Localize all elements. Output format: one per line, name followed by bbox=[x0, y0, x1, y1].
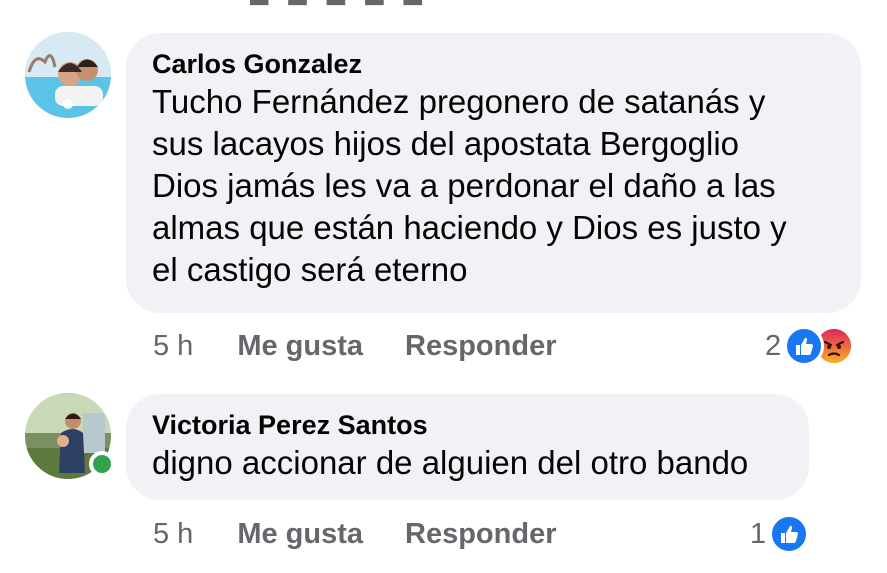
like-icon bbox=[784, 326, 825, 366]
reaction-count: 2 bbox=[765, 329, 782, 362]
comment-bubble: Carlos Gonzalez Tucho Fernández pregoner… bbox=[126, 33, 861, 313]
reaction-count: 1 bbox=[750, 517, 767, 550]
comment-text-line: Dios jamás les va a perdonar el daño a l… bbox=[152, 167, 776, 204]
like-button[interactable]: Me gusta bbox=[237, 518, 363, 551]
comment-actions: 5 h Me gusta Responder bbox=[153, 330, 599, 363]
comment-timestamp[interactable]: 5 h bbox=[153, 518, 193, 551]
comment-actions: 5 h Me gusta Responder bbox=[153, 518, 599, 551]
comment-author[interactable]: Victoria Perez Santos bbox=[152, 408, 783, 442]
comment-author[interactable]: Carlos Gonzalez bbox=[152, 47, 835, 81]
comment-text: digno accionar de alguien del otro bando bbox=[152, 442, 783, 484]
comment-text-line: sus lacayos hijos del apostata Bergoglio bbox=[152, 125, 740, 162]
reply-button[interactable]: Responder bbox=[405, 518, 556, 551]
comment-text: Tucho Fernández pregonero de satanás y s… bbox=[152, 81, 835, 291]
comment-text-line: el castigo será eterno bbox=[152, 251, 468, 288]
previous-comment-cutoff: ━ ━ ━ ━ ━ bbox=[250, 0, 490, 6]
comment-timestamp[interactable]: 5 h bbox=[153, 330, 193, 363]
comment-text-line: almas que están haciendo y Dios es justo… bbox=[152, 209, 787, 246]
comment-bubble: Victoria Perez Santos digno accionar de … bbox=[126, 394, 809, 500]
online-status-indicator bbox=[89, 451, 115, 477]
reaction-summary[interactable]: 1 bbox=[750, 514, 810, 554]
comment-text-line: digno accionar de alguien del otro bando bbox=[152, 444, 749, 481]
like-button[interactable]: Me gusta bbox=[237, 330, 363, 363]
like-icon bbox=[769, 514, 810, 554]
comment-text-line: Tucho Fernández pregonero de satanás y bbox=[152, 83, 766, 120]
reaction-summary[interactable]: 2 bbox=[765, 326, 855, 366]
avatar[interactable] bbox=[25, 32, 111, 118]
reply-button[interactable]: Responder bbox=[405, 330, 556, 363]
